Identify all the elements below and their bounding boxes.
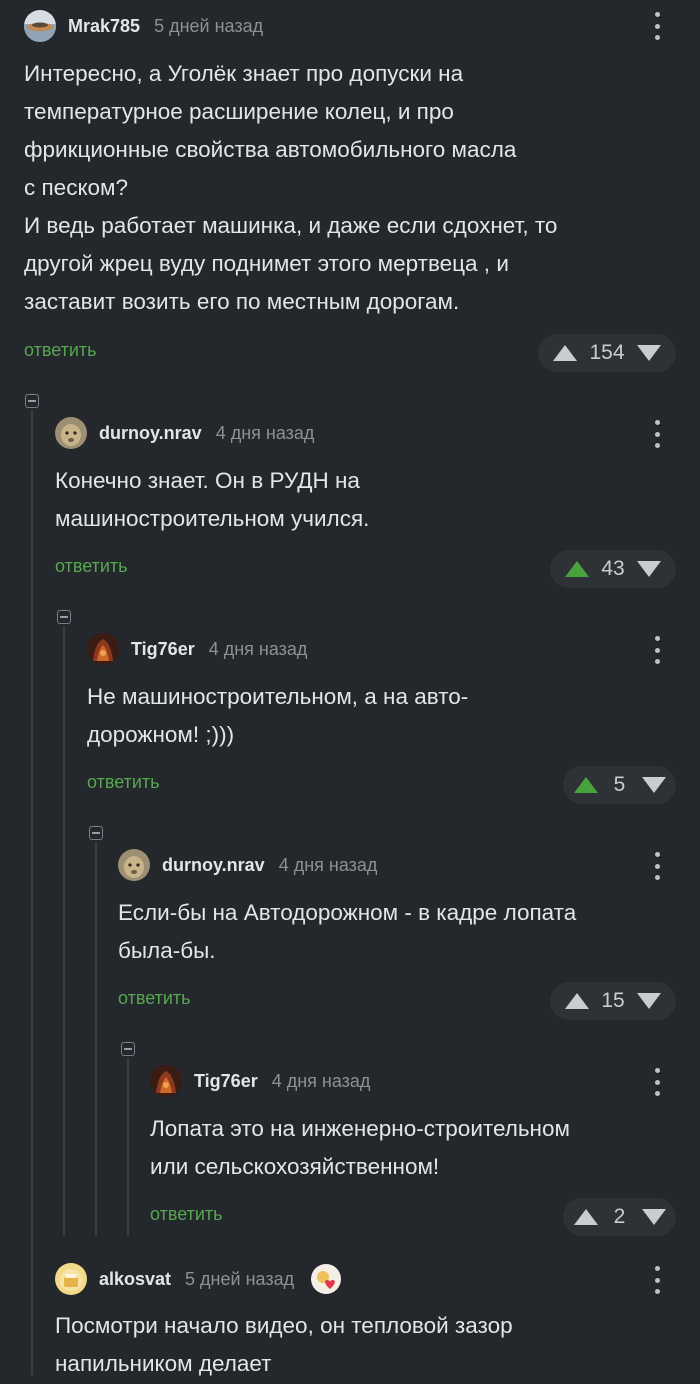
comment-author[interactable]: alkosvat <box>99 1269 171 1290</box>
reply-button[interactable]: ответить <box>55 556 128 577</box>
downvote-icon[interactable] <box>636 561 661 577</box>
comment-time: 4 дня назад <box>278 854 378 875</box>
downvote-icon[interactable] <box>636 993 661 1009</box>
reply-button[interactable]: ответить <box>118 988 191 1009</box>
comment-author[interactable]: durnoy.nrav <box>99 423 202 444</box>
comment-text: Не машиностроительном, а на авто- дорожн… <box>87 684 469 747</box>
rating-widget: 5 <box>563 766 676 804</box>
rating-score: 15 <box>601 989 625 1012</box>
comment-author[interactable]: Tig76er <box>194 1071 258 1092</box>
rating-score: 5 <box>613 773 626 796</box>
upvote-icon[interactable] <box>573 777 598 793</box>
avatar[interactable] <box>150 1065 182 1097</box>
more-options-icon[interactable] <box>652 852 662 880</box>
collapse-thread-button[interactable] <box>121 1042 135 1056</box>
comment-time: 5 дней назад <box>185 1268 295 1289</box>
downvote-icon[interactable] <box>641 1209 666 1225</box>
upvote-icon[interactable] <box>553 345 578 361</box>
thread-line-level-3 <box>95 842 97 1236</box>
reply-button[interactable]: ответить <box>150 1204 223 1225</box>
collapse-thread-button[interactable] <box>57 610 71 624</box>
more-options-icon[interactable] <box>652 420 662 448</box>
rating-widget: 15 <box>550 982 676 1020</box>
comment-text: Лопата это на инженерно-строительном или… <box>150 1116 570 1179</box>
award-badge-icon[interactable] <box>310 1263 342 1295</box>
more-options-icon[interactable] <box>652 1266 662 1294</box>
more-options-icon[interactable] <box>652 1068 662 1096</box>
comment-time: 4 дня назад <box>215 422 315 443</box>
rating-score: 154 <box>589 341 625 364</box>
comment-author[interactable]: durnoy.nrav <box>162 855 265 876</box>
comment-text: Интересно, а Уголёк знает про допуски на… <box>24 61 558 314</box>
rating-widget: 2 <box>563 1198 676 1236</box>
avatar[interactable] <box>24 10 56 42</box>
thread-line-level-2 <box>63 626 65 1236</box>
avatar[interactable] <box>55 417 87 449</box>
upvote-icon[interactable] <box>565 993 590 1009</box>
collapse-thread-button[interactable] <box>89 826 103 840</box>
comment-time: 4 дня назад <box>208 638 308 659</box>
avatar[interactable] <box>118 849 150 881</box>
more-options-icon[interactable] <box>652 636 662 664</box>
avatar[interactable] <box>87 633 119 665</box>
avatar[interactable] <box>55 1263 87 1295</box>
rating-score: 2 <box>613 1205 626 1228</box>
comment-author[interactable]: Tig76er <box>131 639 195 660</box>
comment-text: Посмотри начало видео, он тепловой зазор… <box>55 1313 513 1376</box>
downvote-icon[interactable] <box>641 777 666 793</box>
rating-score: 43 <box>601 557 625 580</box>
comment-author[interactable]: Mrak785 <box>68 16 140 37</box>
collapse-thread-button[interactable] <box>25 394 39 408</box>
comment-text: Конечно знает. Он в РУДН на машиностроит… <box>55 468 370 531</box>
reply-button[interactable]: ответить <box>87 772 160 793</box>
more-options-icon[interactable] <box>652 12 662 40</box>
reply-button[interactable]: ответить <box>24 340 97 361</box>
thread-line-level-4 <box>127 1058 129 1236</box>
upvote-icon[interactable] <box>565 561 590 577</box>
rating-widget: 43 <box>550 550 676 588</box>
comment-time: 4 дня назад <box>271 1070 371 1091</box>
rating-widget: 154 <box>538 334 676 372</box>
comment-text: Если-бы на Автодорожном - в кадре лопата… <box>118 900 577 963</box>
downvote-icon[interactable] <box>636 345 661 361</box>
thread-line-level-1 <box>31 410 33 1375</box>
upvote-icon[interactable] <box>573 1209 598 1225</box>
comment-time: 5 дней назад <box>154 15 264 36</box>
